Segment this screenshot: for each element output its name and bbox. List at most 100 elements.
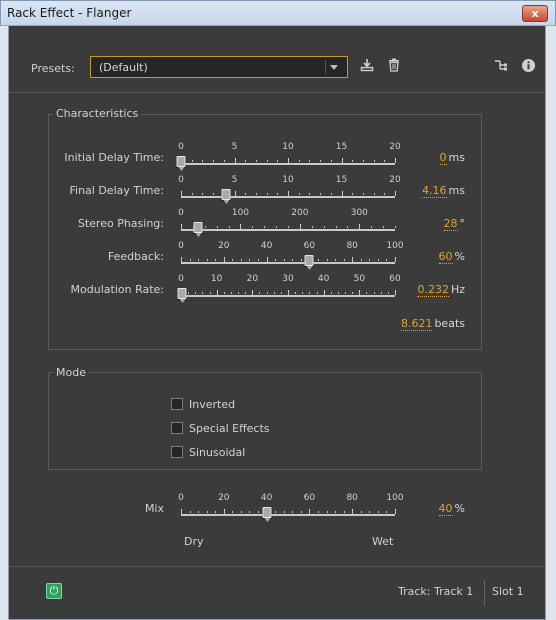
slider-minor-tick [209, 292, 211, 294]
beats-number[interactable]: 8.621 [400, 317, 433, 331]
slider-tick-label: 0 [178, 142, 184, 152]
title-bar[interactable]: Rack Effect - Flanger x [1, 1, 555, 26]
slider-minor-tick [335, 511, 337, 513]
slider-minor-tick [181, 511, 182, 513]
slider-minor-tick [309, 292, 311, 294]
param-slider[interactable]: 0 5 10 15 20 [178, 175, 401, 205]
param-value[interactable]: 0.232 Hz [417, 283, 465, 297]
slider-minor-tick [292, 511, 294, 513]
mix-slider[interactable]: 0 20 40 60 80 100 [178, 493, 404, 523]
param-value[interactable]: 4.16 ms [422, 184, 465, 198]
slider-thumb[interactable] [304, 255, 314, 270]
slider-minor-tick [316, 292, 318, 294]
sinusoidal-checkbox[interactable]: Sinusoidal [171, 446, 245, 459]
slider-minor-tick [352, 193, 354, 195]
param-value-number[interactable]: 0 [439, 151, 447, 165]
slider-thumb[interactable] [221, 189, 230, 204]
param-slider[interactable]: 0 20 40 60 80 100 [178, 241, 404, 271]
slider-track[interactable] [181, 514, 395, 516]
param-value-number[interactable]: 28 [443, 217, 458, 231]
save-preset-icon[interactable] [360, 58, 374, 76]
slider-tick-label: 40 [260, 241, 273, 251]
slider-track[interactable] [181, 295, 395, 297]
inverted-checkbox-box[interactable] [171, 398, 183, 410]
slider-thumb[interactable] [193, 222, 203, 237]
power-button[interactable]: ⏻ [46, 583, 62, 599]
slider-minor-tick [320, 193, 322, 195]
inverted-checkbox[interactable]: Inverted [171, 398, 235, 411]
sinusoidal-checkbox-box[interactable] [171, 446, 183, 458]
slider-tick-label: 0 [178, 208, 184, 218]
beats-value[interactable]: 8.621 beats [400, 317, 465, 331]
param-value-number[interactable]: 4.16 [422, 184, 447, 198]
slider-minor-tick [341, 160, 343, 162]
param-value-unit: ms [448, 184, 465, 197]
slider-minor-tick [323, 292, 325, 294]
slider-tick-label: 60 [389, 274, 401, 284]
slider-minor-tick [383, 226, 385, 228]
slider-tick-label: 10 [210, 274, 223, 284]
delete-preset-icon[interactable] [387, 58, 401, 76]
slider-thumb[interactable] [262, 507, 272, 522]
slider-minor-tick [311, 226, 313, 228]
slider-minor-tick [266, 259, 268, 261]
slider-minor-tick [234, 193, 236, 195]
slider-tick-label: 80 [346, 493, 358, 503]
param-slider[interactable]: 0 100 200 300 [178, 208, 396, 238]
slider-minor-tick [202, 160, 204, 162]
param-value-number[interactable]: 60 [438, 250, 453, 264]
mix-value[interactable]: 40% [438, 502, 465, 516]
param-value[interactable]: 60% [438, 250, 465, 264]
slider-track[interactable] [181, 229, 395, 231]
presets-dropdown[interactable]: (Default) [90, 56, 348, 78]
slider-thumb[interactable] [176, 156, 186, 171]
slider-track[interactable] [181, 262, 395, 264]
slider-minor-tick [377, 259, 379, 261]
slider-minor-tick [276, 226, 278, 228]
param-value[interactable]: 0 ms [439, 151, 465, 165]
slider-tick-label: 80 [346, 241, 358, 251]
slider-minor-tick [189, 259, 191, 261]
slider-minor-tick [223, 292, 225, 294]
special-effects-checkbox[interactable]: Special Effects [171, 422, 270, 435]
slider-tick-label: 30 [282, 274, 294, 284]
slider-minor-tick [366, 292, 368, 294]
inverted-label: Inverted [189, 398, 236, 411]
slider-minor-tick [395, 292, 396, 294]
slider-track[interactable] [181, 196, 395, 198]
slider-minor-tick [302, 292, 304, 294]
param-slider[interactable]: 0 10 20 30 40 50 60 [177, 274, 401, 304]
slider-tick-label: 0 [178, 274, 184, 284]
info-icon[interactable] [521, 58, 536, 77]
footer-divider [9, 566, 545, 567]
slider-minor-tick [238, 292, 240, 294]
mix-wet-label: Wet [372, 535, 394, 548]
slider-minor-tick [352, 160, 354, 162]
slider-minor-tick [369, 259, 371, 261]
mix-number[interactable]: 40 [438, 502, 453, 516]
slider-tick-label: 50 [353, 274, 366, 284]
slider-thumb[interactable] [177, 288, 187, 303]
slider-minor-tick [299, 226, 301, 228]
param-slider[interactable]: 0 5 10 15 20 [176, 142, 401, 172]
slider-tick-label: 5 [231, 175, 238, 185]
slider-tick-label: 20 [389, 175, 401, 185]
routing-icon[interactable] [494, 58, 508, 76]
slider-minor-tick [232, 259, 234, 261]
chevron-down-icon[interactable] [325, 60, 341, 74]
mode-group [48, 372, 482, 470]
param-value[interactable]: 28 ° [443, 217, 465, 231]
slider-minor-tick [255, 193, 257, 195]
param-value-unit: ms [448, 151, 465, 164]
slider-tick-label: 10 [282, 142, 294, 152]
close-button[interactable]: x [522, 5, 548, 22]
param-value-number[interactable]: 0.232 [417, 283, 449, 297]
slider-minor-tick [326, 259, 328, 261]
slider-minor-tick [362, 193, 364, 195]
slider-tick-label: 15 [335, 175, 348, 185]
slider-track[interactable] [181, 163, 395, 165]
special-effects-checkbox-box[interactable] [171, 422, 183, 434]
slider-minor-tick [300, 511, 302, 513]
param-label: Stereo Phasing: [77, 217, 164, 230]
slider-minor-tick [380, 292, 382, 294]
